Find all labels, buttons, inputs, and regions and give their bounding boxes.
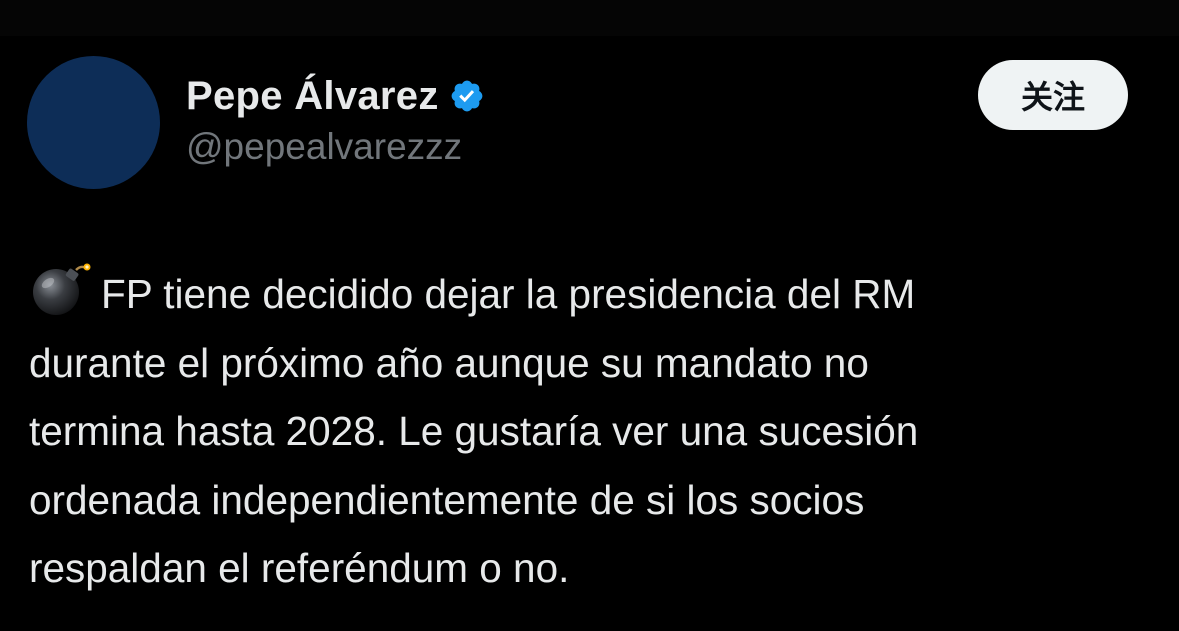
tweet-line-5: respaldan el referéndum o no. bbox=[29, 545, 570, 591]
follow-button[interactable]: 关注 bbox=[978, 60, 1128, 130]
tweet-line-1-text: FP tiene decidido dejar la presidencia d… bbox=[101, 271, 916, 317]
tweet-text: FP tiene decidido dejar la presidencia d… bbox=[29, 260, 1159, 603]
tweet-line-2: durante el próximo año aunque su mandato… bbox=[29, 339, 869, 386]
top-divider bbox=[0, 0, 1179, 36]
tweet-line-1: FP tiene decidido dejar la presidencia d… bbox=[29, 260, 1159, 329]
tweet-line-4: ordenada independientemente de si los so… bbox=[29, 476, 865, 523]
verified-badge-icon bbox=[451, 80, 482, 112]
bomb-icon bbox=[33, 263, 91, 315]
author-handle[interactable]: @pepealvarezzz bbox=[186, 126, 462, 168]
author-name-row: Pepe Álvarez bbox=[186, 70, 485, 122]
avatar[interactable] bbox=[27, 56, 160, 189]
tweet-line-3: termina hasta 2028. Le gustaría ver una … bbox=[29, 408, 919, 454]
author-display-name[interactable]: Pepe Álvarez bbox=[186, 74, 439, 119]
tweet-card: Pepe Álvarez @pepealvarezzz 关注 FP tiene … bbox=[0, 0, 1179, 631]
